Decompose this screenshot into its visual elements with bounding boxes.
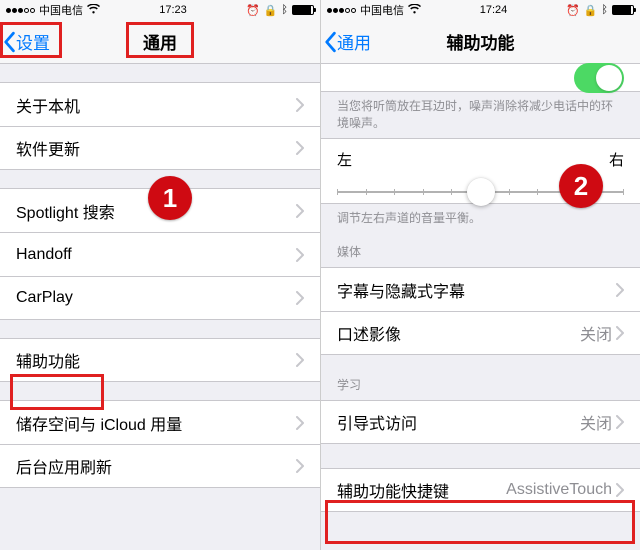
- balance-right-label: 右: [609, 149, 624, 170]
- row-label: 辅助功能: [16, 348, 80, 372]
- battery-icon: [292, 5, 314, 15]
- nav-bar: 设置 通用: [0, 20, 320, 64]
- row-label: 引导式访问: [337, 410, 417, 434]
- carrier-label: 中国电信: [360, 2, 404, 18]
- row-audio-descriptions[interactable]: 口述影像 关闭: [321, 311, 640, 355]
- row-label: 软件更新: [16, 136, 80, 160]
- list-group-learn: 引导式访问 关闭: [321, 400, 640, 444]
- chevron-right-icon: [296, 98, 304, 112]
- list-group-storage: 储存空间与 iCloud 用量 后台应用刷新: [0, 400, 320, 488]
- balance-left-label: 左: [337, 149, 352, 170]
- back-button[interactable]: 设置: [2, 29, 50, 54]
- status-bar-right: 中国电信 17:24 ⏰ 🔒 ᛒ: [321, 0, 640, 20]
- list-group-spotlight: Spotlight 搜索 Handoff CarPlay: [0, 188, 320, 320]
- list-group-media: 字幕与隐藏式字幕 口述影像 关闭: [321, 267, 640, 355]
- list-group-shortcut: 辅助功能快捷键 AssistiveTouch: [321, 468, 640, 512]
- row-label: Spotlight 搜索: [16, 199, 115, 223]
- row-value: AssistiveTouch: [506, 481, 612, 499]
- row-handoff[interactable]: Handoff: [0, 232, 320, 276]
- row-label: 后台应用刷新: [16, 454, 112, 478]
- bluetooth-icon: ᛒ: [281, 4, 288, 16]
- chevron-right-icon: [616, 283, 624, 297]
- list-group-about: 关于本机 软件更新: [0, 82, 320, 170]
- chevron-left-icon: [323, 31, 337, 53]
- row-label: CarPlay: [16, 289, 73, 307]
- alarm-icon: ⏰: [246, 4, 260, 17]
- balance-slider[interactable]: [337, 178, 624, 206]
- row-label: 储存空间与 iCloud 用量: [16, 411, 182, 435]
- bluetooth-icon: ᛒ: [601, 4, 608, 16]
- row-value: 关闭: [580, 410, 612, 434]
- signal-dots: [327, 8, 356, 13]
- row-about[interactable]: 关于本机: [0, 82, 320, 126]
- row-spotlight[interactable]: Spotlight 搜索: [0, 188, 320, 232]
- chevron-left-icon: [2, 31, 16, 53]
- alarm-icon: ⏰: [566, 4, 580, 17]
- chevron-right-icon: [296, 459, 304, 473]
- row-noise-cancellation-partial: [321, 64, 640, 92]
- row-value: 关闭: [580, 321, 612, 345]
- row-background-refresh[interactable]: 后台应用刷新: [0, 444, 320, 488]
- row-label: 辅助功能快捷键: [337, 478, 449, 502]
- list-group-accessibility: 辅助功能: [0, 338, 320, 382]
- orientation-lock-icon: 🔒: [584, 4, 598, 17]
- chevron-right-icon: [296, 416, 304, 430]
- row-guided-access[interactable]: 引导式访问 关闭: [321, 400, 640, 444]
- screenshot-right: 中国电信 17:24 ⏰ 🔒 ᛒ 通用 辅助功能 当您将听筒放在耳边时，噪声消除…: [320, 0, 640, 550]
- status-time: 17:24: [480, 4, 508, 16]
- wifi-icon: [87, 4, 100, 17]
- row-accessibility[interactable]: 辅助功能: [0, 338, 320, 382]
- note-balance: 调节左右声道的音量平衡。: [321, 204, 640, 233]
- section-header-media: 媒体: [321, 238, 640, 267]
- chevron-right-icon: [616, 483, 624, 497]
- wifi-icon: [408, 4, 421, 17]
- signal-dots: [6, 8, 35, 13]
- chevron-right-icon: [616, 326, 624, 340]
- chevron-right-icon: [296, 291, 304, 305]
- slider-knob[interactable]: [467, 178, 495, 206]
- row-storage[interactable]: 储存空间与 iCloud 用量: [0, 400, 320, 444]
- battery-icon: [612, 5, 634, 15]
- screenshot-left: 中国电信 17:23 ⏰ 🔒 ᛒ 设置 通用 关于本机 软件更新: [0, 0, 320, 550]
- row-audio-balance: 左 右: [321, 138, 640, 204]
- section-header-learn: 学习: [321, 371, 640, 400]
- status-time: 17:23: [159, 4, 187, 16]
- nav-bar: 通用 辅助功能: [321, 20, 640, 64]
- chevron-right-icon: [296, 141, 304, 155]
- note-noise-cancellation: 当您将听筒放在耳边时，噪声消除将减少电话中的环境噪声。: [321, 92, 640, 138]
- chevron-right-icon: [296, 248, 304, 262]
- row-subtitles[interactable]: 字幕与隐藏式字幕: [321, 267, 640, 311]
- status-bar-left: 中国电信 17:23 ⏰ 🔒 ᛒ: [0, 0, 320, 20]
- back-button[interactable]: 通用: [323, 29, 371, 54]
- row-carplay[interactable]: CarPlay: [0, 276, 320, 320]
- back-label: 通用: [337, 29, 371, 54]
- chevron-right-icon: [616, 415, 624, 429]
- toggle-noise-cancellation[interactable]: [574, 63, 624, 93]
- back-label: 设置: [16, 29, 50, 54]
- carrier-label: 中国电信: [39, 2, 83, 18]
- orientation-lock-icon: 🔒: [264, 4, 278, 17]
- row-software-update[interactable]: 软件更新: [0, 126, 320, 170]
- row-label: 口述影像: [337, 321, 401, 345]
- chevron-right-icon: [296, 353, 304, 367]
- row-label: 字幕与隐藏式字幕: [337, 278, 465, 302]
- row-label: Handoff: [16, 246, 72, 264]
- row-label: 关于本机: [16, 93, 80, 117]
- row-accessibility-shortcut[interactable]: 辅助功能快捷键 AssistiveTouch: [321, 468, 640, 512]
- chevron-right-icon: [296, 204, 304, 218]
